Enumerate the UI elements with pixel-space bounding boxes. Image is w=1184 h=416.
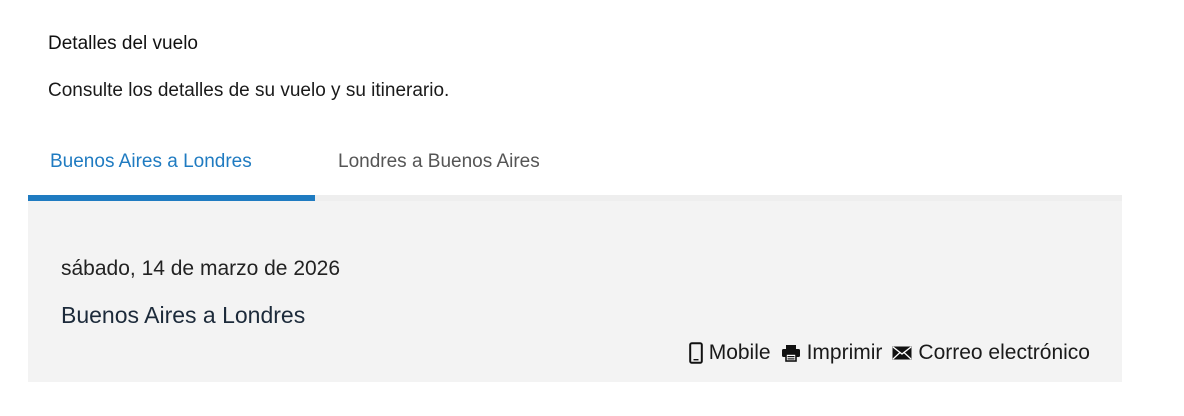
envelope-icon [892,346,912,360]
tab-bar: Buenos Aires a Londres Londres a Buenos … [28,137,1122,201]
tab-buenos-aires-londres[interactable]: Buenos Aires a Londres [50,151,252,173]
tab-londres-buenos-aires[interactable]: Londres a Buenos Aires [338,151,540,173]
print-button[interactable]: Imprimir [781,341,883,365]
flight-panel: sábado, 14 de marzo de 2026 Buenos Aires… [28,201,1122,382]
mobile-button[interactable]: Mobile [688,341,771,365]
page-title: Detalles del vuelo [48,33,198,54]
flight-route: Buenos Aires a Londres [61,302,306,328]
email-label: Correo electrónico [918,341,1090,364]
flight-date: sábado, 14 de marzo de 2026 [61,257,341,280]
print-label: Imprimir [806,341,883,364]
printer-icon [781,344,801,362]
share-actions: Mobile Imprimir Correo electrónico [688,341,1090,365]
mobile-label: Mobile [708,341,771,364]
page-subtitle: Consulte los detalles de su vuelo y su i… [48,80,450,101]
email-button[interactable]: Correo electrónico [892,341,1090,365]
mobile-icon [688,342,703,364]
